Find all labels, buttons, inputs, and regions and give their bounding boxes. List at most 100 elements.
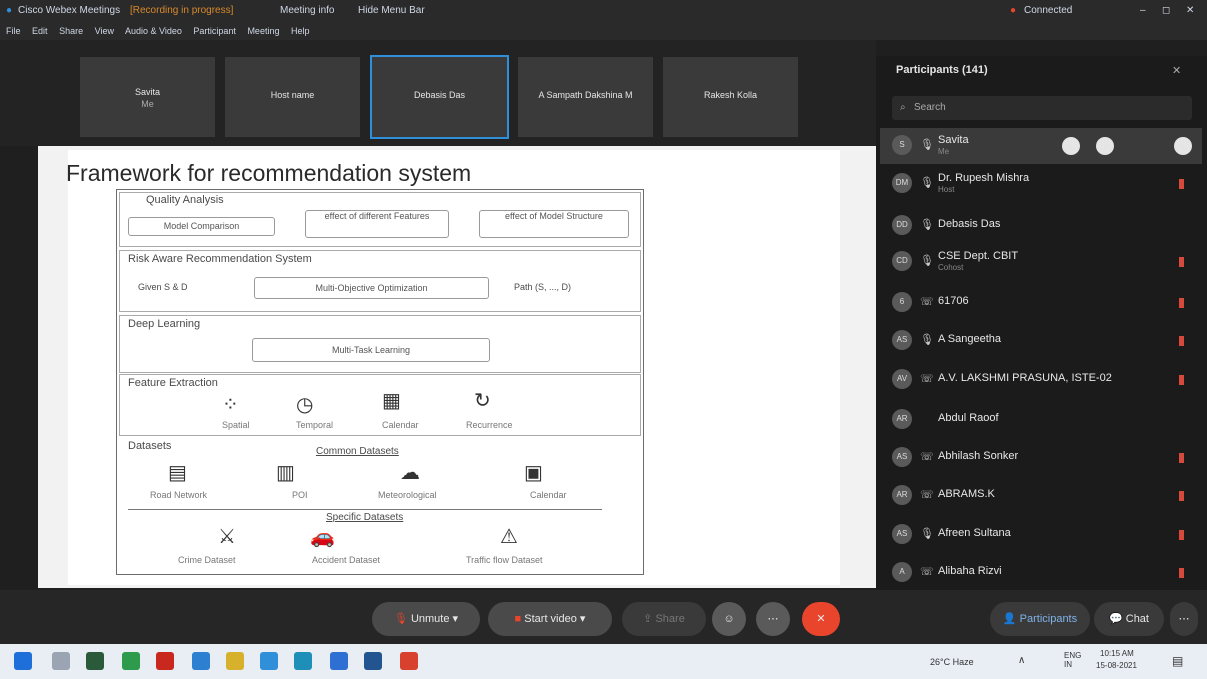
- notifications-icon[interactable]: ▤: [1172, 654, 1183, 668]
- datasets-heading: Datasets: [128, 440, 172, 452]
- tray-arrow-icon[interactable]: ∧: [1018, 655, 1025, 666]
- teams-icon[interactable]: [364, 652, 382, 670]
- start-video-label: Start video: [524, 613, 577, 625]
- hide-menu-bar-link[interactable]: Hide Menu Bar: [358, 5, 425, 16]
- participant-row[interactable]: A ☏ Alibaha Rizvi: [880, 555, 1202, 591]
- temporal-icon: ◷: [296, 394, 314, 416]
- participant-role: Host: [938, 185, 955, 194]
- language-label[interactable]: ENG IN: [1064, 651, 1086, 669]
- video-tile[interactable]: Host name: [225, 57, 360, 137]
- pdf-icon[interactable]: [156, 652, 174, 670]
- deep-learning-heading: Deep Learning: [128, 318, 201, 330]
- muted-status-icon: [1179, 568, 1184, 578]
- minimize-button[interactable]: –: [1140, 5, 1146, 16]
- participant-row[interactable]: DM 🎙 Dr. Rupesh Mishra Host: [880, 166, 1202, 202]
- menu-audio-video[interactable]: Audio & Video: [125, 26, 182, 36]
- chrome-icon[interactable]: [400, 652, 418, 670]
- participant-row[interactable]: AS 🎙 A Sangeetha: [880, 323, 1202, 359]
- menu-help[interactable]: Help: [291, 26, 310, 36]
- reactions-button[interactable]: ☺: [712, 602, 746, 636]
- video-strip: Savita Me Host name Debasis Das A Sampat…: [0, 40, 876, 146]
- menu-meeting[interactable]: Meeting: [247, 26, 279, 36]
- given-label: Given S & D: [138, 282, 188, 292]
- poi-icon: ▥: [276, 462, 295, 484]
- different-features-box: effect of different Features: [305, 210, 449, 238]
- chat-label: Chat: [1125, 613, 1149, 625]
- participant-row[interactable]: AR Abdul Raoof: [880, 402, 1202, 438]
- word-icon[interactable]: [330, 652, 348, 670]
- participant-row[interactable]: AS ☏ Abhilash Sonker: [880, 440, 1202, 476]
- mic-icon: 🎙: [920, 528, 934, 540]
- video-tile[interactable]: Savita Me: [80, 57, 215, 137]
- meeting-info-link[interactable]: Meeting info: [280, 5, 334, 16]
- quality-heading: Quality Analysis: [146, 194, 224, 206]
- title-bar: ● Cisco Webex Meetings [Recording in pro…: [0, 0, 1207, 22]
- webex-icon[interactable]: [260, 652, 278, 670]
- maximize-button[interactable]: ◻: [1162, 5, 1170, 16]
- participant-row[interactable]: AV ☏ A.V. LAKSHMI PRASUNA, ISTE-02: [880, 362, 1202, 398]
- task-view-icon[interactable]: [52, 652, 70, 670]
- share-label: Share: [655, 613, 685, 625]
- participant-search[interactable]: ⌕ Search: [892, 96, 1192, 120]
- clock-time[interactable]: 10:15 AM: [1100, 649, 1134, 658]
- recurrence-icon: ↻: [474, 390, 491, 412]
- menu-share[interactable]: Share: [59, 26, 83, 36]
- store-icon[interactable]: [86, 652, 104, 670]
- avatar: DD: [892, 215, 912, 235]
- participant-name: 61706: [938, 295, 969, 307]
- weather-label[interactable]: 26°C Haze: [930, 657, 974, 667]
- participant-row[interactable]: CD 🎙 CSE Dept. CBIT Cohost: [880, 244, 1202, 280]
- model-comparison-box: Model Comparison: [128, 217, 275, 236]
- participants-toggle-button[interactable]: 👤 Participants: [990, 602, 1090, 636]
- menu-file[interactable]: File: [6, 26, 21, 36]
- datasets-divider: [128, 509, 602, 510]
- clock-date[interactable]: 15-08-2021: [1096, 661, 1137, 670]
- connection-status[interactable]: Connected: [1024, 5, 1072, 16]
- meeting-toolbar: 🎙 Unmute ▾ ■ Start video ▾ ⇪ Share ☺ ⋯ ✕…: [0, 590, 1207, 644]
- chat-icon[interactable]: [1096, 137, 1114, 155]
- menu-participant[interactable]: Participant: [193, 26, 236, 36]
- meteorological-icon: ☁: [400, 462, 420, 484]
- participant-row[interactable]: AR ☏ ABRAMS.K: [880, 478, 1202, 514]
- more-icon[interactable]: [1174, 137, 1192, 155]
- calendar-caption: Calendar: [382, 420, 419, 430]
- traffic-icon: ⚠: [500, 526, 518, 548]
- start-icon[interactable]: [14, 652, 32, 670]
- calendar-building-icon: ▦: [382, 390, 401, 412]
- participant-role: Me: [938, 147, 950, 156]
- video-tile-active[interactable]: Debasis Das: [370, 55, 509, 139]
- avatar: AS: [892, 447, 912, 467]
- search-icon: ⌕: [900, 102, 906, 113]
- more-icon: ⋯: [767, 613, 779, 625]
- participant-row[interactable]: AS 🎙 Afreen Sultana: [880, 517, 1202, 553]
- menu-view[interactable]: View: [95, 26, 114, 36]
- more-panels-button[interactable]: ⋯: [1170, 602, 1198, 636]
- participant-name: Afreen Sultana: [938, 527, 1011, 539]
- chat-toggle-button[interactable]: 💬 Chat: [1094, 602, 1164, 636]
- close-icon: ✕: [816, 613, 826, 625]
- more-options-button[interactable]: ⋯: [756, 602, 790, 636]
- app-icon[interactable]: [122, 652, 140, 670]
- cortana-icon[interactable]: [294, 652, 312, 670]
- menu-edit[interactable]: Edit: [32, 26, 48, 36]
- close-panel-icon[interactable]: ✕: [1172, 64, 1181, 77]
- avatar: S: [892, 135, 912, 155]
- raise-hand-icon[interactable]: [1062, 137, 1080, 155]
- edge-icon[interactable]: [192, 652, 210, 670]
- close-button[interactable]: ✕: [1186, 5, 1194, 16]
- search-placeholder: Search: [914, 102, 946, 113]
- leave-meeting-button[interactable]: ✕: [802, 602, 840, 636]
- participant-row[interactable]: 6 ☏ 61706: [880, 285, 1202, 321]
- participant-row[interactable]: S 🎙 Savita Me: [880, 128, 1202, 164]
- participants-title[interactable]: Participants (141): [896, 64, 988, 76]
- video-tile[interactable]: A Sampath Dakshina M: [518, 57, 653, 137]
- video-tile[interactable]: Rakesh Kolla: [663, 57, 798, 137]
- unmute-button[interactable]: 🎙 Unmute ▾: [372, 602, 480, 636]
- participant-name: Abdul Raoof: [938, 412, 999, 424]
- participant-row[interactable]: DD 🎙 Debasis Das: [880, 208, 1202, 244]
- common-datasets-heading: Common Datasets: [316, 446, 399, 457]
- start-video-button[interactable]: ■ Start video ▾: [488, 602, 612, 636]
- file-explorer-icon[interactable]: [226, 652, 244, 670]
- mic-icon: 🎙: [920, 255, 934, 267]
- share-button[interactable]: ⇪ Share: [622, 602, 706, 636]
